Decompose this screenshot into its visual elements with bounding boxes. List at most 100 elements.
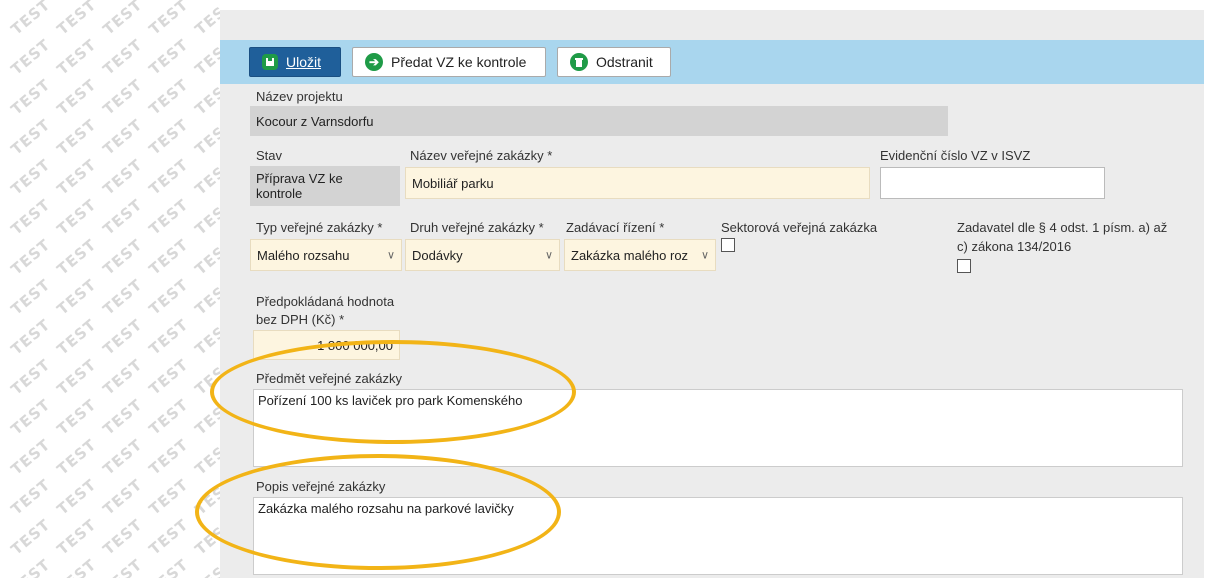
watermark-text: TEST	[191, 435, 220, 479]
watermark-text: TEST	[191, 475, 220, 519]
sector-checkbox[interactable]	[721, 238, 735, 252]
watermark-text: TEST	[145, 355, 192, 399]
authority-label-line1: Zadavatel dle § 4 odst. 1 písm. a) až	[957, 220, 1168, 235]
delete-label: Odstranit	[596, 54, 653, 70]
watermark-text: TEST	[145, 315, 192, 359]
watermark-text: TEST	[145, 195, 192, 239]
save-icon	[262, 54, 278, 70]
watermark-text: TEST	[145, 35, 192, 79]
watermark-text: TEST	[53, 555, 100, 578]
watermark-text: TEST	[99, 435, 146, 479]
watermark-text: TEST	[145, 75, 192, 119]
watermark-text: TEST	[7, 275, 54, 319]
contract-type-select[interactable]: Malého rozsahu ∨	[250, 239, 402, 271]
watermark-text: TEST	[99, 0, 146, 39]
watermark-text: TEST	[191, 235, 220, 279]
contract-name-input[interactable]: Mobiliář parku	[405, 167, 870, 199]
watermark-text: TEST	[99, 35, 146, 79]
watermark-text: TEST	[7, 315, 54, 359]
watermark-text: TEST	[7, 155, 54, 199]
submit-label: Předat VZ ke kontrole	[391, 54, 527, 70]
submit-for-review-button[interactable]: ➔ Předat VZ ke kontrole	[352, 47, 546, 77]
watermark-text: TEST	[53, 75, 100, 119]
estimated-value-input[interactable]: 1 800 000,00	[253, 330, 400, 360]
watermark-text: TEST	[53, 155, 100, 199]
test-watermark: TEST TEST TEST TEST TEST TEST TEST TEST TEST TEST…	[0, 0, 220, 578]
contract-kind-label: Druh veřejné zakázky *	[410, 220, 544, 235]
watermark-text: TEST	[145, 275, 192, 319]
procedure-select[interactable]: Zakázka malého roz ∨	[564, 239, 716, 271]
watermark-text: TEST	[53, 115, 100, 159]
watermark-text: TEST	[145, 395, 192, 439]
watermark-text: TEST	[99, 275, 146, 319]
watermark-text: TEST	[145, 475, 192, 519]
authority-checkbox[interactable]	[957, 259, 971, 273]
save-button[interactable]: Uložit	[249, 47, 341, 77]
description-textarea[interactable]: Zakázka malého rozsahu na parkové lavičk…	[253, 497, 1183, 575]
status-label: Stav	[256, 148, 283, 163]
project-name-value: Kocour z Varnsdorfu	[256, 113, 374, 129]
save-label: Uložit	[286, 54, 322, 70]
watermark-text: TEST	[145, 155, 192, 199]
project-name-label: Název projektu	[256, 89, 343, 104]
watermark-text: TEST	[145, 555, 192, 578]
watermark-text: TEST	[53, 395, 100, 439]
sector-label: Sektorová veřejná zakázka	[721, 220, 878, 235]
watermark-text: TEST	[99, 475, 146, 519]
procedure-value: Zakázka malého roz	[571, 247, 689, 263]
watermark-text: TEST	[191, 515, 220, 559]
contract-name-label: Název veřejné zakázky *	[410, 148, 553, 163]
watermark-text: TEST	[7, 235, 54, 279]
watermark-text: TEST	[99, 315, 146, 359]
watermark-text: TEST	[7, 395, 54, 439]
watermark-text: TEST	[7, 355, 54, 399]
watermark-text: TEST	[53, 235, 100, 279]
watermark-text: TEST	[99, 355, 146, 399]
watermark-text: TEST	[191, 195, 220, 239]
chevron-down-icon: ∨	[700, 249, 709, 262]
subject-textarea[interactable]: Pořízení 100 ks laviček pro park Komensk…	[253, 389, 1183, 467]
watermark-text: TEST	[53, 195, 100, 239]
watermark-text: TEST	[191, 355, 220, 399]
arrow-right-icon: ➔	[365, 53, 383, 71]
watermark-text: TEST	[53, 315, 100, 359]
chevron-down-icon: ∨	[386, 249, 395, 262]
watermark-text: TEST	[7, 35, 54, 79]
watermark-text: TEST	[7, 115, 54, 159]
watermark-text: TEST	[53, 355, 100, 399]
watermark-text: TEST	[53, 475, 100, 519]
watermark-text: TEST	[53, 0, 100, 39]
watermark-text: TEST	[191, 115, 220, 159]
isvz-number-input[interactable]	[880, 167, 1105, 199]
watermark-text: TEST	[145, 515, 192, 559]
watermark-text: TEST	[7, 75, 54, 119]
contract-kind-value: Dodávky	[412, 247, 463, 263]
watermark-text: TEST	[145, 115, 192, 159]
status-value-line2: kontrole	[256, 186, 303, 201]
watermark-text: TEST	[99, 235, 146, 279]
watermark-text: TEST	[99, 75, 146, 119]
watermark-text: TEST	[99, 515, 146, 559]
trash-icon	[570, 53, 588, 71]
contract-kind-select[interactable]: Dodávky ∨	[405, 239, 560, 271]
watermark-text: TEST	[191, 0, 220, 39]
status-field: Příprava VZ ke kontrole	[250, 166, 400, 206]
delete-button[interactable]: Odstranit	[557, 47, 671, 77]
watermark-text: TEST	[53, 275, 100, 319]
description-label: Popis veřejné zakázky	[256, 479, 386, 494]
subject-label: Předmět veřejné zakázky	[256, 371, 402, 386]
contract-type-value: Malého rozsahu	[257, 247, 350, 263]
watermark-text: TEST	[191, 275, 220, 319]
watermark-text: TEST	[191, 395, 220, 439]
watermark-text: TEST	[99, 555, 146, 578]
watermark-text: TEST	[191, 315, 220, 359]
estimated-value-label-line1: Předpokládaná hodnota	[256, 294, 395, 309]
watermark-text: TEST	[145, 0, 192, 39]
watermark-text: TEST	[7, 435, 54, 479]
status-value-line1: Příprava VZ ke	[256, 171, 343, 186]
watermark-text: TEST	[53, 435, 100, 479]
watermark-text: TEST	[7, 475, 54, 519]
watermark-text: TEST	[7, 195, 54, 239]
watermark-text: TEST	[191, 555, 220, 578]
contract-type-label: Typ veřejné zakázky *	[256, 220, 383, 235]
